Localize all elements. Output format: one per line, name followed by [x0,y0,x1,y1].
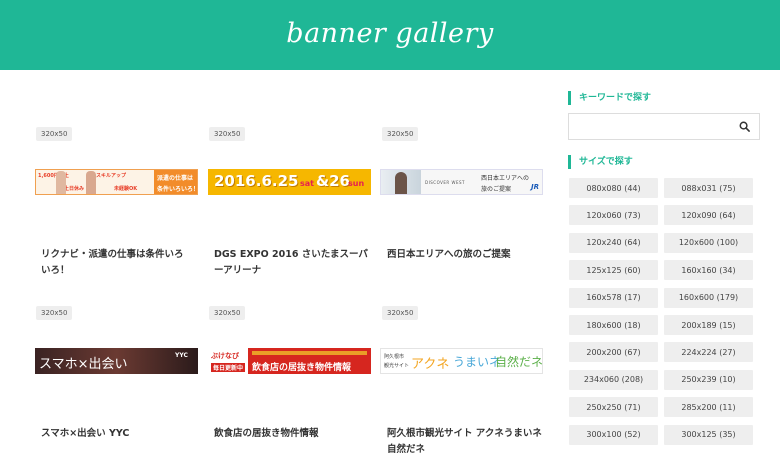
size-filter-button[interactable]: 120x240 (64) [569,232,658,253]
size-filter-button[interactable]: 285x200 (11) [664,397,753,418]
size-filter-button[interactable]: 300x125 (35) [664,424,753,445]
size-filter-button[interactable]: 125x125 (60) [569,260,658,281]
size-filter-button[interactable]: 250x250 (71) [569,397,658,418]
size-filter-button[interactable]: 200x189 (15) [664,315,753,335]
size-filter-button[interactable]: 088x031 (75) [664,178,753,198]
size-filter-button[interactable]: 160x600 (179) [664,287,753,308]
size-tag: 320x50 [36,127,73,141]
size-filter-button[interactable]: 080x080 (44) [569,178,658,198]
size-filter-button[interactable]: 224x224 (27) [664,342,753,363]
banner-image-discover-west[interactable]: DISCOVER WEST 西日本エリアへの 旅のご提案 JR [380,169,543,195]
size-filter-button[interactable]: 300x100 (52) [569,424,658,445]
size-tag: 320x50 [209,306,246,320]
size-tag: 320x50 [382,306,419,320]
card-title[interactable]: 飲食店の居抜き物件情報 [214,426,379,442]
card-title[interactable]: 西日本エリアへの旅のご提案 [387,247,547,263]
banner-image-dgs-expo[interactable]: 2016.6.25 sat &26 sun [208,169,371,195]
size-section-title: サイズで探す [568,155,633,169]
banner-image-bukenavi[interactable]: ぶけなび 毎日更新中 飲食店の居抜き物件情報 [208,348,371,374]
size-filter-button[interactable]: 234x060 (208) [569,369,658,390]
search-button[interactable] [729,114,759,139]
size-tag: 320x50 [382,127,419,141]
size-tag: 320x50 [209,127,246,141]
banner-image-akune[interactable]: 阿久根市 観光サイト アクネ うまいネ 自然だネ [380,348,543,374]
search-icon [739,121,750,132]
size-filter-button[interactable]: 120x600 (100) [664,232,753,253]
card-title[interactable]: リクナビ・派遣の仕事は条件いろいろ！ [41,247,191,279]
size-filter-button[interactable]: 120x090 (64) [664,205,753,226]
banner-image-yyc[interactable]: スマホ×出会い YYC [35,348,198,374]
card-title[interactable]: DGS EXPO 2016 さいたまスーパーアリーナ [214,247,372,279]
search-input[interactable] [568,113,760,140]
site-logo[interactable]: banner gallery [286,18,493,49]
card-title[interactable]: 阿久根市観光サイト アクネうまいネ自然だネ [387,426,547,453]
site-header: banner gallery [0,0,780,70]
size-filter-button[interactable]: 160x578 (17) [569,287,658,308]
size-filter-button[interactable]: 160x160 (34) [664,260,753,281]
card-title[interactable]: スマホ×出会い YYC [41,426,206,442]
size-filter-button[interactable]: 200x200 (67) [569,342,658,363]
banner-image-rikunabi[interactable]: 1,600円以上 スキルアップ 土日休み 未経験OK 派遣の仕事は 条件いろいろ… [35,169,198,195]
size-tag: 320x50 [36,306,73,320]
size-filter-button[interactable]: 250x239 (10) [664,369,753,390]
size-filter-button[interactable]: 120x060 (73) [569,205,658,226]
keyword-section-title: キーワードで探す [568,91,651,105]
size-filter-button[interactable]: 180x600 (18) [569,315,658,335]
